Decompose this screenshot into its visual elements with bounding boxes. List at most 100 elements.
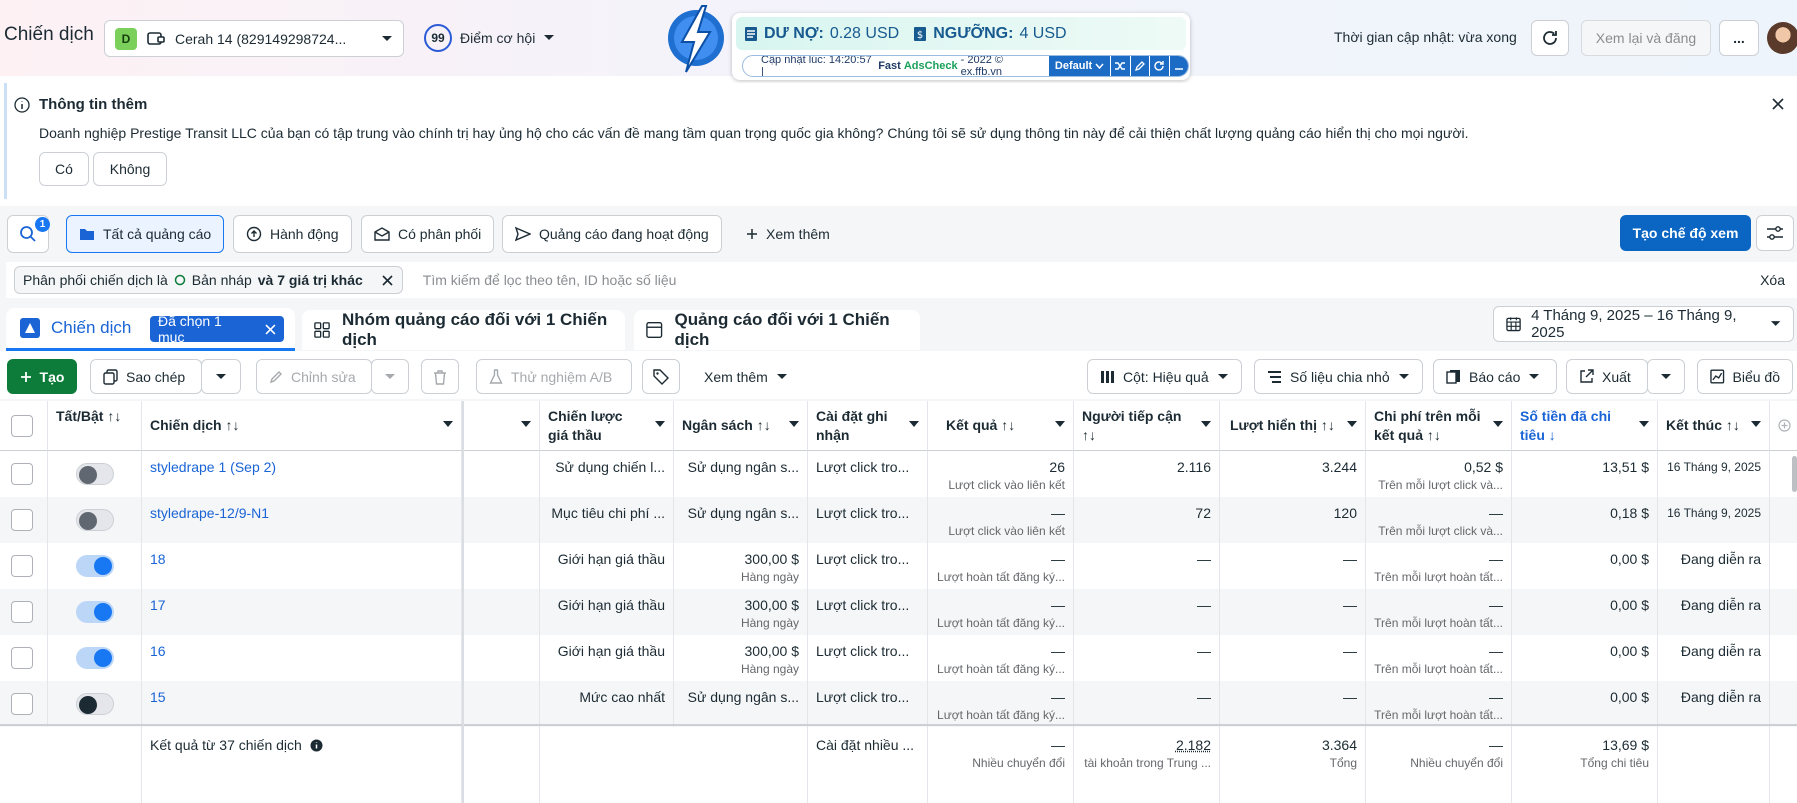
- minimize-button[interactable]: [1169, 55, 1188, 77]
- row-checkbox[interactable]: [11, 509, 33, 531]
- export-dropdown[interactable]: [1647, 359, 1685, 394]
- delete-button[interactable]: [421, 359, 459, 394]
- chart-button[interactable]: Biểu đồ: [1697, 359, 1793, 394]
- info-filled-icon[interactable]: [310, 739, 323, 752]
- banner-no-button[interactable]: Không: [93, 152, 167, 186]
- row-cpr-value: —: [1374, 504, 1503, 522]
- ab-test-button[interactable]: Thử nghiệm A/B: [476, 359, 632, 394]
- tab-ads[interactable]: Quảng cáo đối với 1 Chiến dịch: [634, 310, 920, 350]
- campaign-toggle[interactable]: [76, 509, 114, 531]
- refresh-page-button[interactable]: [1531, 20, 1569, 56]
- header-toggle[interactable]: Tất/Bật ↑↓: [48, 401, 142, 451]
- campaign-name-link[interactable]: 18: [150, 551, 166, 567]
- view-settings-button[interactable]: [1756, 215, 1794, 251]
- chevron-down-icon[interactable]: [1639, 421, 1649, 428]
- edit-button[interactable]: [1130, 55, 1149, 77]
- campaign-toggle[interactable]: [76, 647, 114, 669]
- see-more-filters-button[interactable]: Xem thêm: [736, 215, 840, 253]
- campaign-toggle[interactable]: [76, 463, 114, 485]
- close-icon[interactable]: [1771, 97, 1785, 111]
- header-campaign[interactable]: Chiến dịch ↑↓: [142, 401, 462, 451]
- close-icon[interactable]: [381, 274, 394, 287]
- clear-filters-link[interactable]: Xóa: [1760, 272, 1785, 288]
- create-view-button[interactable]: Tạo chế độ xem: [1620, 215, 1751, 251]
- campaign-name-link[interactable]: styledrape-12/9-N1: [150, 505, 269, 521]
- filter-chip-prefix: Phân phối chiến dịch là: [23, 272, 168, 288]
- chevron-down-icon[interactable]: [443, 421, 453, 428]
- campaign-name-link[interactable]: 15: [150, 689, 166, 705]
- campaign-toggle[interactable]: [76, 555, 114, 577]
- campaign-name-link[interactable]: 16: [150, 643, 166, 659]
- actions-button[interactable]: Hành động: [233, 215, 352, 253]
- avatar[interactable]: [1767, 22, 1797, 54]
- envelope-icon: [374, 227, 390, 241]
- date-range-picker[interactable]: 4 Tháng 9, 2025 – 16 Tháng 9, 2025: [1493, 306, 1794, 342]
- shuffle-button[interactable]: [1110, 55, 1129, 77]
- select-all-checkbox[interactable]: [11, 415, 33, 437]
- refresh-button[interactable]: [1149, 55, 1168, 77]
- row-checkbox[interactable]: [11, 647, 33, 669]
- row-select-cell: [0, 451, 48, 497]
- add-column-header[interactable]: [1770, 401, 1797, 451]
- see-more-actions-button[interactable]: Xem thêm: [694, 359, 798, 394]
- tag-button[interactable]: [642, 359, 680, 394]
- columns-button[interactable]: Cột: Hiệu quả: [1087, 359, 1242, 394]
- banner-yes-button[interactable]: Có: [39, 152, 89, 186]
- create-button[interactable]: Tạo: [7, 359, 77, 394]
- row-checkbox[interactable]: [11, 601, 33, 623]
- header-bid-strategy[interactable]: Chiến lược giá thầu: [540, 401, 674, 451]
- review-publish-button[interactable]: Xem lại và đăng: [1581, 20, 1711, 56]
- more-options-button[interactable]: ...: [1719, 20, 1759, 56]
- campaign-name-link[interactable]: 17: [150, 597, 166, 613]
- chevron-down-icon[interactable]: [521, 421, 531, 428]
- header-campaign-label: Chiến dịch ↑↓: [150, 417, 239, 433]
- row-checkbox[interactable]: [11, 693, 33, 715]
- header-cost-per-result[interactable]: Chi phí trên mỗi kết quả ↑↓: [1366, 401, 1512, 451]
- search-input[interactable]: Tìm kiếm để lọc theo tên, ID hoặc số liệ…: [423, 272, 677, 288]
- account-selector[interactable]: D Cerah 14 (829149298724...: [104, 20, 404, 57]
- row-checkbox[interactable]: [11, 555, 33, 577]
- active-ads-button[interactable]: Quảng cáo đang hoạt động: [502, 215, 722, 253]
- close-icon[interactable]: [265, 324, 276, 335]
- chevron-down-icon[interactable]: [789, 421, 799, 428]
- filter-chip[interactable]: Phân phối chiến dịch là Bản nháp và 7 gi…: [14, 266, 403, 294]
- selected-count-chip[interactable]: Đã chọn 1 mục: [150, 316, 284, 342]
- add-column-icon[interactable]: [1778, 419, 1791, 432]
- vertical-scrollbar[interactable]: [1792, 456, 1797, 492]
- header-impressions[interactable]: Lượt hiển thị ↑↓: [1220, 401, 1366, 451]
- chevron-down-icon[interactable]: [1055, 421, 1065, 428]
- campaign-name-link[interactable]: styledrape 1 (Sep 2): [150, 459, 276, 475]
- all-ads-button[interactable]: Tất cả quảng cáo: [66, 215, 224, 253]
- chevron-down-icon[interactable]: [1201, 421, 1211, 428]
- chevron-down-icon[interactable]: [655, 421, 665, 428]
- chevron-down-icon[interactable]: [909, 421, 919, 428]
- header-hidden-column[interactable]: [462, 401, 540, 451]
- chevron-down-icon[interactable]: [1493, 421, 1503, 428]
- reports-button[interactable]: Báo cáo: [1433, 359, 1557, 394]
- edit-button[interactable]: Chỉnh sửa: [256, 359, 372, 394]
- copy-button[interactable]: Sao chép: [90, 359, 202, 394]
- chevron-down-icon[interactable]: [1347, 421, 1357, 428]
- export-button[interactable]: Xuất: [1566, 359, 1648, 394]
- edit-dropdown[interactable]: [371, 359, 409, 394]
- header-budget[interactable]: Ngân sách ↑↓: [674, 401, 808, 451]
- row-results-cell: — Lượt click vào liên kết: [928, 497, 1074, 543]
- chevron-down-icon[interactable]: [1751, 421, 1761, 428]
- tab-adsets[interactable]: Nhóm quảng cáo đối với 1 Chiến dịch: [302, 310, 625, 350]
- campaign-toggle[interactable]: [76, 601, 114, 623]
- breakdown-button[interactable]: Số liệu chia nhỏ: [1254, 359, 1423, 394]
- preset-select[interactable]: Default: [1049, 55, 1110, 77]
- footer-reach-value[interactable]: 2.182: [1082, 736, 1211, 754]
- header-reach[interactable]: Người tiếp cận ↑↓: [1074, 401, 1220, 451]
- copy-dropdown[interactable]: [201, 359, 241, 394]
- delivered-button[interactable]: Có phân phối: [361, 215, 494, 253]
- row-checkbox[interactable]: [11, 463, 33, 485]
- header-results[interactable]: Kết quả ↑↓: [928, 401, 1074, 451]
- header-end[interactable]: Kết thúc ↑↓: [1658, 401, 1770, 451]
- header-attribution[interactable]: Cài đặt ghi nhận: [808, 401, 928, 451]
- create-label: Tạo: [40, 369, 65, 385]
- campaign-toggle[interactable]: [76, 693, 114, 715]
- row-budget-value: 300,00 $: [682, 550, 799, 568]
- header-amount-spent[interactable]: Số tiền đã chi tiêu ↓: [1512, 401, 1658, 451]
- opportunity-score[interactable]: 99 Điểm cơ hội: [424, 24, 555, 52]
